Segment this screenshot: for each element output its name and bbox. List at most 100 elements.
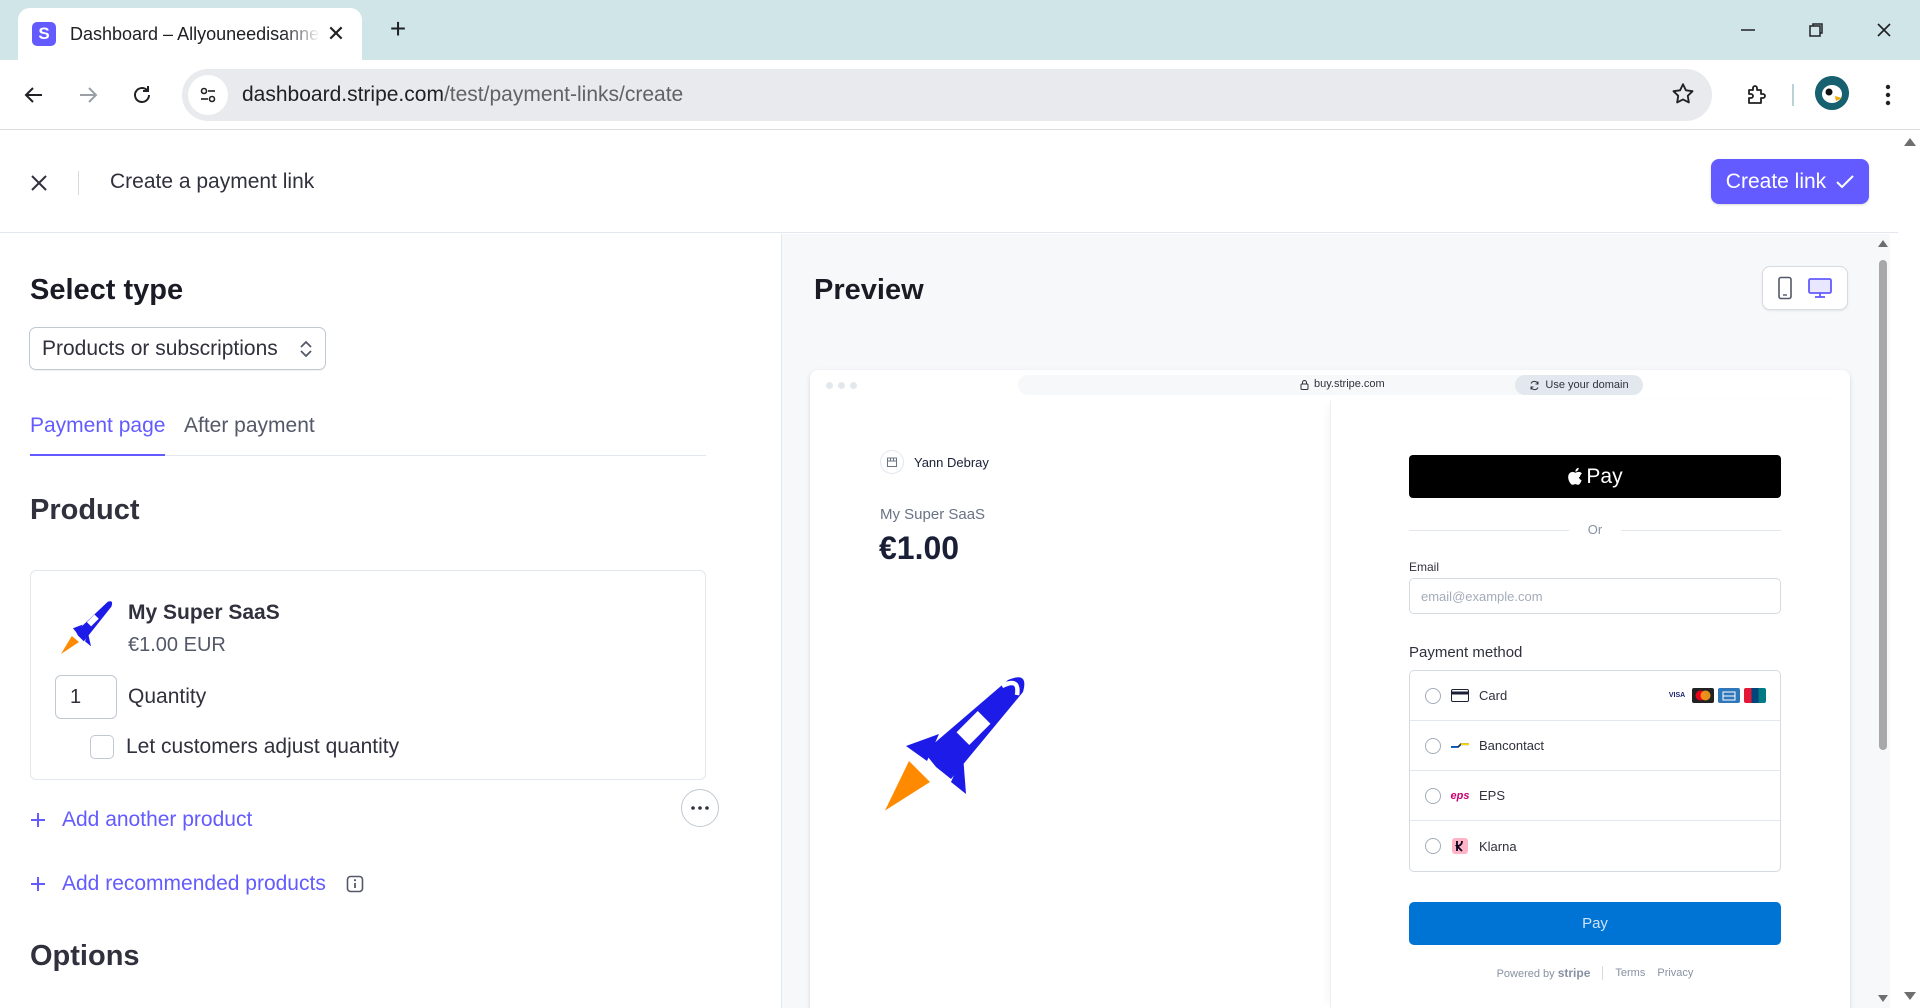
tab-title: Dashboard – Allyouneedisanne	[70, 23, 320, 44]
quantity-label: Quantity	[128, 685, 207, 708]
quantity-input[interactable]: 1	[55, 675, 117, 719]
tab-after-payment[interactable]: After payment	[184, 414, 315, 456]
site-settings-icon[interactable]	[188, 75, 228, 115]
desktop-device-icon[interactable]	[1807, 277, 1833, 299]
tab-close-icon[interactable]: ✕	[324, 22, 348, 46]
terms-link[interactable]: Terms	[1615, 967, 1645, 979]
refresh-icon	[1530, 380, 1539, 390]
info-icon[interactable]	[346, 875, 364, 893]
back-arrow-icon[interactable]	[16, 77, 52, 113]
payment-method-list: Card VISA Bancontact eps EPS Klarna	[1409, 670, 1781, 872]
footer-separator	[1602, 966, 1604, 980]
payment-method-label: Payment method	[1409, 644, 1523, 661]
frame-dot	[850, 382, 857, 389]
profile-avatar[interactable]	[1815, 76, 1849, 110]
preview-frame-bar: buy.stripe.com Use your domain	[810, 370, 1850, 400]
page-header: Create a payment link Create link	[0, 130, 1898, 233]
email-label: Email	[1409, 560, 1440, 574]
adjust-quantity-checkbox[interactable]	[90, 735, 114, 759]
scrollbar-thumb[interactable]	[1879, 260, 1887, 750]
unionpay-icon	[1744, 688, 1766, 703]
radio-button[interactable]	[1425, 737, 1441, 754]
minimize-icon[interactable]	[1728, 12, 1768, 48]
payment-method-bancontact[interactable]: Bancontact	[1410, 721, 1780, 771]
type-select[interactable]: Products or subscriptions	[29, 327, 326, 370]
checkout-form: Pay Or Email email@example.com Payment m…	[1330, 400, 1850, 1008]
add-recommended-products-label: Add recommended products	[62, 872, 326, 895]
type-select-value: Products or subscriptions	[42, 336, 278, 360]
lock-icon	[1300, 379, 1309, 390]
page-title: Create a payment link	[110, 170, 315, 193]
ellipsis-icon	[691, 806, 709, 810]
options-heading: Options	[30, 940, 140, 972]
eps-icon: eps	[1450, 789, 1470, 802]
klarna-icon	[1451, 838, 1469, 854]
use-your-domain-label: Use your domain	[1545, 379, 1629, 391]
header-divider	[78, 171, 79, 195]
card-brands: VISA	[1666, 688, 1766, 703]
bancontact-icon	[1451, 739, 1469, 753]
url-host: dashboard.stripe.com	[242, 83, 444, 106]
preview-heading: Preview	[814, 274, 924, 306]
amex-icon	[1718, 688, 1740, 703]
payment-method-eps[interactable]: eps EPS	[1410, 771, 1780, 821]
preview-price: €1.00	[879, 530, 960, 566]
restore-icon[interactable]	[1796, 12, 1836, 48]
product-name: My Super SaaS	[128, 601, 280, 624]
mastercard-icon	[1692, 688, 1714, 703]
preview-scrollbar[interactable]	[1876, 234, 1890, 1008]
frame-dot	[838, 382, 845, 389]
privacy-link[interactable]: Privacy	[1657, 967, 1693, 979]
powered-by-text: Powered by stripe	[1497, 966, 1591, 980]
browser-tab[interactable]: S Dashboard – Allyouneedisanne ✕	[18, 8, 362, 60]
adjust-quantity-label[interactable]: Let customers adjust quantity	[126, 735, 399, 759]
address-bar[interactable]: dashboard.stripe.com/test/payment-links/…	[182, 69, 1712, 121]
apple-pay-button[interactable]: Pay	[1409, 455, 1781, 498]
window-close-icon[interactable]	[1864, 12, 1904, 48]
mobile-device-icon[interactable]	[1777, 276, 1793, 300]
scroll-up-icon[interactable]	[1904, 138, 1916, 146]
radio-button[interactable]	[1425, 787, 1441, 804]
close-icon[interactable]	[26, 170, 52, 196]
payment-method-klarna[interactable]: Klarna	[1410, 821, 1780, 871]
new-tab-icon[interactable]: +	[382, 14, 414, 46]
preview-url: buy.stripe.com	[1300, 378, 1385, 390]
page-scrollbar[interactable]	[1898, 130, 1920, 1008]
form-pane: Select type Products or subscriptions Pa…	[0, 234, 780, 1008]
preview-product-name: My Super SaaS	[880, 506, 986, 523]
bookmark-star-icon[interactable]	[1670, 81, 1696, 112]
pay-button[interactable]: Pay	[1409, 902, 1781, 945]
or-divider: Or	[1409, 522, 1781, 540]
product-price: €1.00 EUR	[128, 634, 226, 656]
checkout-summary: Yann Debray My Super SaaS €1.00	[810, 400, 1330, 1008]
add-recommended-products-link[interactable]: Add recommended products	[30, 872, 364, 896]
scroll-down-icon[interactable]	[1904, 992, 1916, 1000]
powered-by-label: Powered by	[1496, 968, 1555, 980]
radio-button[interactable]	[1425, 687, 1441, 704]
checkout-footer: Powered by stripe Terms Privacy	[1409, 966, 1781, 980]
checkout-preview-frame: buy.stripe.com Use your domain Yann Debr…	[810, 370, 1850, 1008]
add-another-product-link[interactable]: Add another product	[30, 808, 252, 832]
frame-dot	[826, 382, 833, 389]
device-toggle	[1762, 266, 1848, 310]
scroll-up-icon[interactable]	[1878, 240, 1888, 247]
apple-pay-label: Pay	[1586, 464, 1623, 488]
scroll-down-icon[interactable]	[1878, 995, 1888, 1002]
browser-menu-icon[interactable]	[1870, 77, 1906, 113]
product-more-options-button[interactable]	[681, 789, 719, 827]
use-your-domain-button[interactable]: Use your domain	[1515, 375, 1643, 395]
tab-payment-page[interactable]: Payment page	[30, 414, 166, 456]
extensions-puzzle-icon[interactable]	[1738, 77, 1774, 113]
merchant-name: Yann Debray	[914, 455, 989, 470]
store-icon	[880, 450, 904, 474]
email-field[interactable]: email@example.com	[1409, 578, 1781, 614]
reload-icon[interactable]	[124, 77, 160, 113]
plus-icon	[31, 813, 45, 827]
payment-method-card[interactable]: Card VISA	[1410, 671, 1780, 721]
browser-toolbar: dashboard.stripe.com/test/payment-links/…	[0, 60, 1920, 130]
forward-arrow-icon[interactable]	[70, 77, 106, 113]
create-link-button[interactable]: Create link	[1711, 159, 1869, 204]
product-heading: Product	[30, 494, 140, 526]
radio-button[interactable]	[1425, 838, 1441, 854]
add-another-product-label: Add another product	[62, 808, 253, 831]
